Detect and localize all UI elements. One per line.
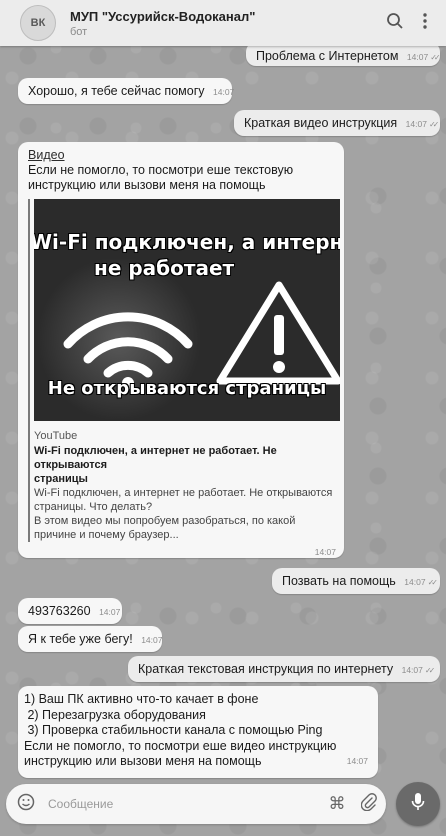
preview-desc-line: Wi-Fi подключен, а интернет не работает.… bbox=[34, 487, 333, 499]
message-text: Проблема с Интернетом bbox=[256, 49, 399, 63]
preview-title-line: страницы bbox=[34, 473, 88, 485]
message-time: 14:07 bbox=[406, 52, 429, 62]
chat-title-block[interactable]: МУП "Уссурийск-Водоканал" бот bbox=[70, 9, 380, 38]
message-text-line: Если не помогло, то посмотри еше текстов… bbox=[28, 163, 294, 177]
message-text: Позвать на помощь bbox=[282, 574, 396, 588]
emoji-icon[interactable] bbox=[6, 793, 46, 816]
read-ticks-icon: ✓✓ bbox=[424, 666, 436, 675]
message-text: Хорошо, я тебе сейчас помогу bbox=[28, 84, 205, 98]
preview-site: YouTube bbox=[34, 430, 78, 442]
preview-desc-line: В этом видео мы попробуем разобраться, п… bbox=[34, 515, 296, 527]
message-text-line: инструкцию или вызови меня на помощь bbox=[28, 178, 266, 192]
thumbnail-text-line: Не открываются страницы bbox=[47, 378, 327, 399]
message-text: Я к тебе уже бегу! bbox=[28, 632, 133, 646]
message-outgoing[interactable]: Краткая видео инструкция 14:07 ✓✓ bbox=[234, 110, 440, 136]
message-time: 14:07 bbox=[401, 665, 423, 675]
chat-header: ВК МУП "Уссурийск-Водоканал" бот bbox=[0, 0, 446, 46]
message-composer: ⌘ bbox=[6, 784, 386, 824]
bot-avatar[interactable]: ВК bbox=[20, 5, 56, 41]
read-ticks-icon: ✓✓ bbox=[428, 120, 440, 129]
message-time: 14:07 bbox=[314, 547, 336, 557]
more-vertical-icon[interactable] bbox=[410, 12, 440, 35]
message-text-line: 3) Проверка стабильности канала с помощь… bbox=[24, 723, 323, 737]
message-time: 14:07 bbox=[99, 607, 121, 617]
chat-subtitle: бот bbox=[70, 25, 88, 38]
thumbnail-text-line: не работает bbox=[94, 256, 235, 280]
microphone-button[interactable] bbox=[396, 782, 440, 826]
message-text: Краткая текстовая инструкция по интернет… bbox=[138, 662, 394, 676]
message-incoming[interactable]: Я к тебе уже бегу! 14:07 bbox=[18, 626, 162, 652]
read-ticks-icon: ✓✓ bbox=[427, 578, 439, 587]
microphone-icon bbox=[411, 792, 425, 817]
message-input[interactable] bbox=[46, 796, 322, 812]
message-text: 493763260 bbox=[28, 604, 91, 618]
message-text-line: 2) Перезагрузка оборудования bbox=[24, 707, 206, 722]
message-time: 14:07 bbox=[404, 577, 426, 587]
message-incoming-video[interactable]: Видео Если не помогло, то посмотри еше т… bbox=[18, 142, 344, 558]
preview-desc-line: причине и почему браузер... bbox=[34, 529, 179, 541]
preview-title-line: Wi-Fi подключен, а интернет не работает.… bbox=[34, 445, 277, 471]
read-ticks-icon: ✓✓ bbox=[430, 53, 441, 62]
video-link[interactable]: Видео bbox=[28, 148, 336, 163]
avatar-text: ВК bbox=[30, 17, 46, 29]
message-incoming[interactable]: Хорошо, я тебе сейчас помогу 14:07 bbox=[18, 78, 235, 104]
link-preview[interactable]: Wi-Fi подключен, а интернет не работает bbox=[28, 199, 340, 542]
search-icon[interactable] bbox=[380, 12, 410, 35]
command-icon[interactable]: ⌘ bbox=[322, 794, 352, 814]
preview-desc-line: страницы. Что делать? bbox=[34, 501, 153, 513]
message-text-line: 1) Ваш ПК активно что-то качает в фоне bbox=[24, 692, 259, 706]
message-incoming[interactable]: 493763260 14:07 bbox=[18, 598, 122, 624]
message-outgoing[interactable]: Позвать на помощь 14:07 ✓✓ bbox=[272, 568, 440, 594]
video-thumbnail[interactable]: Wi-Fi подключен, а интернет не работает bbox=[34, 199, 340, 421]
warning-icon bbox=[214, 277, 340, 391]
chat-title: МУП "Уссурийск-Водоканал" bbox=[70, 8, 256, 24]
message-time: 14:07 bbox=[346, 756, 368, 766]
message-outgoing[interactable]: Краткая текстовая инструкция по интернет… bbox=[128, 656, 440, 682]
message-text-line: инструкцию или вызови меня на помощь bbox=[24, 754, 262, 768]
thumbnail-text-line: Wi-Fi подключен, а интернет bbox=[34, 230, 340, 254]
message-time: 14:07 bbox=[213, 87, 235, 97]
message-text: Краткая видео инструкция bbox=[244, 116, 398, 130]
message-time: 14:07 bbox=[405, 119, 427, 129]
message-text-line: Если не помогло, то посмотри еше видео и… bbox=[24, 738, 337, 753]
message-incoming[interactable]: 1) Ваш ПК активно что-то качает в фоне 2… bbox=[18, 686, 378, 778]
message-time: 14:07 bbox=[141, 635, 163, 645]
paperclip-icon[interactable] bbox=[352, 792, 386, 816]
